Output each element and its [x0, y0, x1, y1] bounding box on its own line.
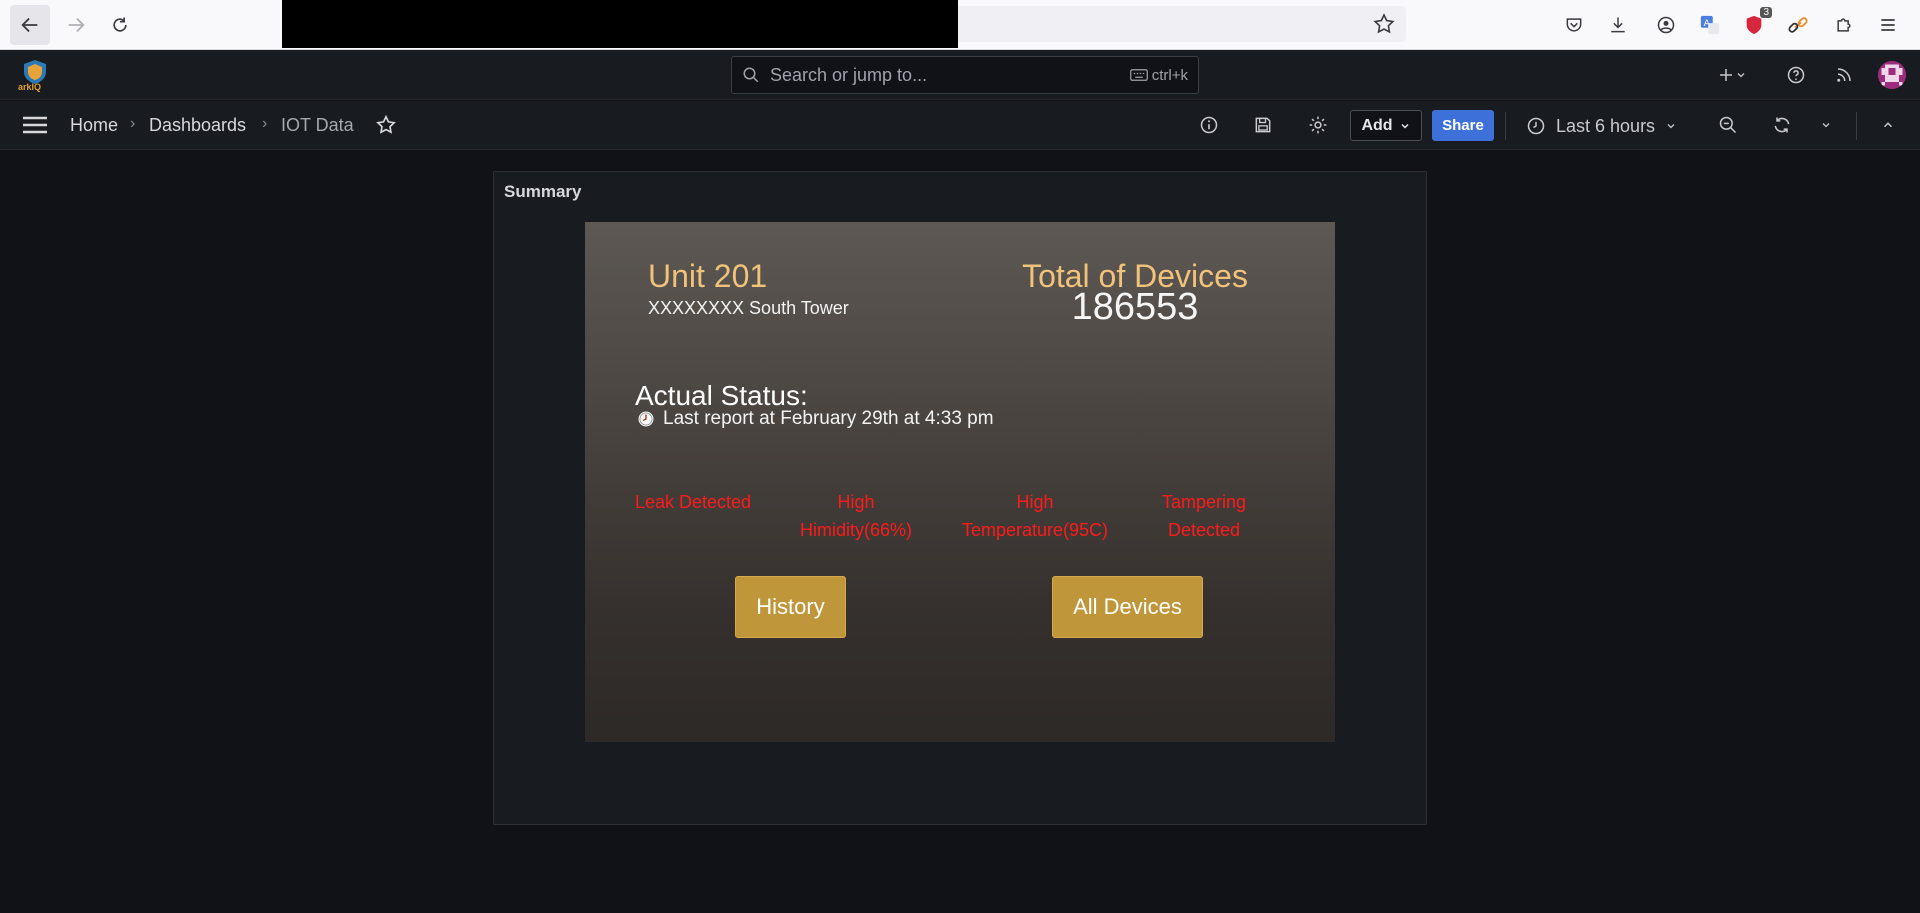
translate-icon[interactable]: A — [1698, 13, 1722, 37]
chevron-down-icon — [1737, 73, 1745, 78]
alert-leak: Leak Detected — [618, 488, 768, 516]
chevron-down-icon — [1401, 123, 1409, 129]
total-devices-value: 186553 — [1071, 286, 1199, 328]
search-input[interactable]: Search or jump to... ctrl+k — [731, 56, 1199, 94]
reload-icon — [113, 17, 127, 32]
panel-title[interactable]: Summary — [504, 182, 581, 202]
zoom-out-icon — [1719, 116, 1737, 134]
arrow-right-icon — [68, 17, 85, 33]
user-avatar[interactable] — [1878, 61, 1906, 89]
alert-line: Himidity(66%) — [799, 520, 913, 540]
menu-toggle-button[interactable] — [22, 115, 48, 135]
search-icon — [743, 67, 759, 83]
reload-button[interactable] — [100, 5, 140, 45]
breadcrumb-separator: › — [130, 115, 136, 132]
arrow-left-icon — [21, 17, 38, 33]
zoom-out-button[interactable] — [1716, 113, 1740, 137]
toolbar-divider — [1856, 112, 1857, 140]
alert-line: Tampering — [1161, 492, 1247, 512]
search-shortcut-label: ctrl+k — [1151, 66, 1188, 84]
refresh-icon — [1774, 117, 1790, 133]
news-button[interactable] — [1832, 63, 1856, 87]
info-icon — [1200, 116, 1218, 134]
share-button[interactable]: Share — [1432, 110, 1494, 141]
pocket-icon[interactable] — [1562, 13, 1586, 37]
forward-button[interactable] — [56, 5, 96, 45]
alert-line: Detected — [1167, 520, 1241, 540]
dashboard-info-button[interactable] — [1197, 113, 1221, 137]
breadcrumb-home[interactable]: Home — [70, 115, 118, 136]
alert-temperature: High Temperature(95C) — [955, 488, 1115, 544]
account-icon[interactable] — [1654, 13, 1678, 37]
download-icon[interactable] — [1606, 13, 1630, 37]
shield-extension-icon[interactable]: 3 — [1742, 7, 1772, 37]
help-icon — [1787, 66, 1805, 84]
plus-icon — [1720, 69, 1732, 81]
alert-line: Temperature(95C) — [961, 520, 1109, 540]
keyboard-icon — [1129, 69, 1148, 81]
bookmark-star-icon[interactable] — [1372, 12, 1396, 36]
breadcrumb-separator: › — [262, 115, 268, 132]
all-devices-button[interactable]: All Devices — [1052, 576, 1203, 638]
link-extension-icon[interactable] — [1786, 13, 1810, 37]
toolbar-divider — [1505, 112, 1506, 140]
url-bar[interactable] — [958, 6, 1406, 42]
alert-humidity: High Himidity(66%) — [781, 488, 931, 544]
extension-badge: 3 — [1760, 7, 1772, 18]
status-report-text: Last report at February 29th at 4:33 pm — [663, 408, 994, 429]
unit-title: Unit 201 — [648, 258, 768, 294]
rss-icon — [1837, 68, 1851, 82]
save-icon — [1255, 117, 1271, 133]
menu-icon[interactable] — [1876, 13, 1900, 37]
clock-icon — [1527, 117, 1545, 135]
hamburger-icon — [23, 116, 47, 134]
logo-text: arkIQ — [18, 82, 42, 92]
time-range-picker[interactable]: Last 6 hours — [1526, 113, 1677, 139]
time-range-label: Last 6 hours — [1556, 115, 1656, 136]
star-icon — [376, 114, 396, 134]
dashboard-settings-button[interactable] — [1306, 113, 1330, 137]
history-button[interactable]: History — [735, 576, 846, 638]
favorite-star-button[interactable] — [374, 113, 398, 137]
unit-subtitle: XXXXXXXX South Tower — [648, 298, 849, 318]
breadcrumb-dashboards[interactable]: Dashboards — [149, 115, 246, 136]
chevron-down-icon — [1667, 124, 1675, 129]
refresh-button[interactable] — [1770, 113, 1794, 137]
summary-panel: Summary Unit 201 XXXXXXXX South Tower To… — [493, 171, 1427, 825]
url-bar-redacted[interactable] — [282, 0, 958, 48]
alert-line: High — [1016, 492, 1054, 512]
gear-icon — [1309, 116, 1327, 134]
alert-line: Leak Detected — [634, 492, 752, 512]
browser-toolbar: A 3 — [0, 0, 1920, 50]
extensions-puzzle-icon[interactable] — [1832, 13, 1856, 37]
search-placeholder: Search or jump to... — [770, 64, 928, 85]
chevron-up-icon — [1883, 122, 1893, 128]
refresh-interval-dropdown[interactable] — [1814, 113, 1838, 137]
breadcrumb-current: IOT Data — [281, 115, 354, 135]
collapse-header-button[interactable] — [1876, 113, 1900, 137]
back-button[interactable] — [10, 5, 50, 45]
search-shortcut: ctrl+k — [1129, 66, 1198, 84]
save-dashboard-button[interactable] — [1251, 113, 1275, 137]
add-button[interactable]: Add — [1350, 110, 1422, 141]
dashboard-nav: Home › Dashboards › IOT Data Add Share L… — [0, 101, 1920, 150]
alert-tampering: Tampering Detected — [1129, 488, 1279, 544]
help-button[interactable] — [1784, 63, 1808, 87]
chevron-down-icon — [1822, 123, 1830, 128]
alert-line: High — [837, 492, 875, 512]
new-menu-button[interactable] — [1710, 63, 1754, 87]
add-button-label: Add — [1361, 116, 1393, 134]
app-header: arkIQ Search or jump to... ctrl+k — [0, 50, 1920, 100]
summary-card: Unit 201 XXXXXXXX South Tower Total of D… — [585, 222, 1335, 742]
status-report: Last report at February 29th at 4:33 pm — [637, 408, 994, 430]
clock-icon — [638, 411, 654, 427]
